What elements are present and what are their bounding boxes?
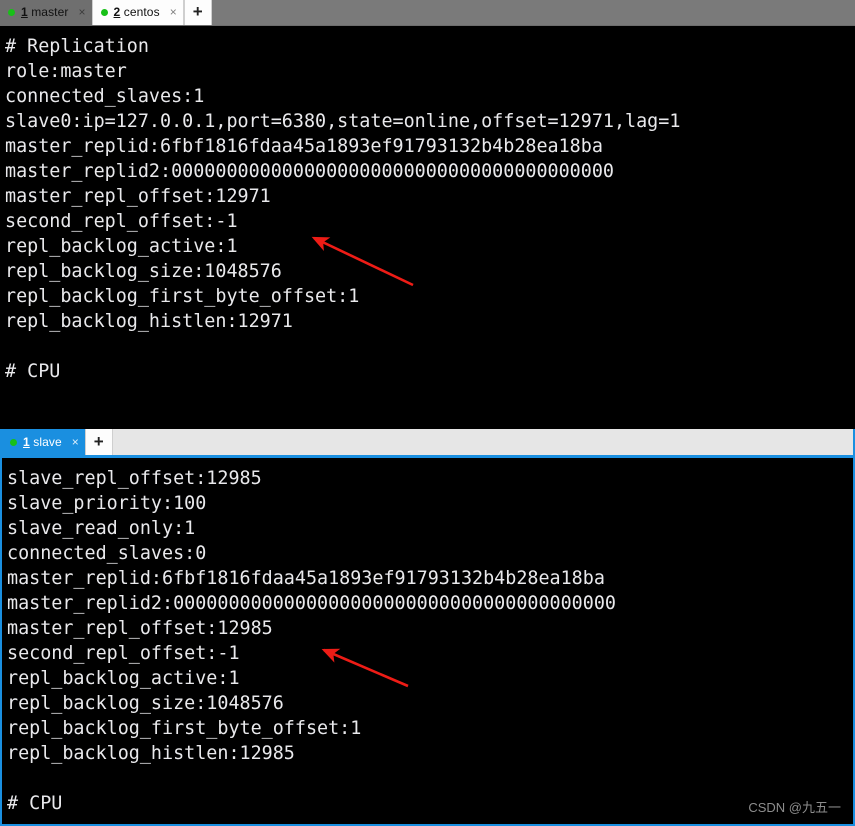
tab-status-dot-icon <box>100 8 108 16</box>
terminal-line: # CPU <box>5 361 61 382</box>
close-icon[interactable]: × <box>79 6 86 18</box>
screen-root: 1 master × 2 centos × + # Replication rol… <box>0 0 855 826</box>
terminal-line: slave0:ip=127.0.0.1,port=6380,state=onli… <box>5 111 681 132</box>
terminal-line: # Replication <box>5 36 149 57</box>
terminal-line: repl_backlog_histlen:12985 <box>7 743 295 764</box>
terminal-line: slave_read_only:1 <box>7 518 196 539</box>
watermark: CSDN @九五一 <box>748 800 841 815</box>
tab-master[interactable]: 1 master × <box>0 0 92 25</box>
terminal-line: repl_backlog_histlen:12971 <box>5 311 293 332</box>
terminal-line: repl_backlog_size:1048576 <box>7 693 284 714</box>
terminal-line: slave_repl_offset:12985 <box>7 468 262 489</box>
close-icon[interactable]: × <box>72 436 79 448</box>
close-icon[interactable]: × <box>170 6 177 18</box>
tab-label: 1 slave <box>23 435 62 449</box>
terminal-window-master: 1 master × 2 centos × + # Replication rol… <box>0 0 855 427</box>
tab-label: 1 master <box>21 5 69 19</box>
terminal-line: repl_backlog_active:1 <box>5 236 238 257</box>
terminal-line: # CPU <box>7 793 63 814</box>
tab-title: centos <box>120 5 160 19</box>
terminal-line: second_repl_offset:-1 <box>7 643 240 664</box>
terminal-output-slave[interactable]: slave_repl_offset:12985 slave_priority:10… <box>2 458 853 822</box>
terminal-line: master_repl_offset:12985 <box>7 618 273 639</box>
tab-index: 1 <box>23 435 30 449</box>
terminal-line: master_replid:6fbf1816fdaa45a1893ef91793… <box>7 568 605 589</box>
tab-centos[interactable]: 2 centos × <box>91 0 184 25</box>
tab-title: master <box>27 5 69 19</box>
terminal-line: repl_backlog_active:1 <box>7 668 240 689</box>
terminal-line: master_replid2:0000000000000000000000000… <box>7 593 616 614</box>
terminal-line: master_repl_offset:12971 <box>5 186 271 207</box>
new-tab-button[interactable]: + <box>84 429 113 455</box>
terminal-line: master_replid2:0000000000000000000000000… <box>5 161 614 182</box>
tab-status-dot-icon <box>10 438 17 446</box>
terminal-line: second_repl_offset:-1 <box>5 211 238 232</box>
new-tab-button[interactable]: + <box>183 0 212 25</box>
terminal-output-master[interactable]: # Replication role:master connected_slaves… <box>0 26 855 427</box>
tabbar-master: 1 master × 2 centos × + <box>0 0 855 26</box>
tab-status-dot-icon <box>8 8 15 16</box>
terminal-line: connected_slaves:1 <box>5 86 205 107</box>
tab-title: slave <box>29 435 62 449</box>
terminal-line: role:master <box>5 61 127 82</box>
terminal-line: slave_priority:100 <box>7 493 207 514</box>
tab-slave[interactable]: 1 slave × <box>2 429 85 455</box>
tabbar-slave: 1 slave × + <box>2 429 853 458</box>
terminal-line: master_replid:6fbf1816fdaa45a1893ef91793… <box>5 136 603 157</box>
tab-label: 2 centos <box>114 5 160 19</box>
tab-index: 1 <box>21 5 28 19</box>
terminal-window-slave: 1 slave × + slave_repl_offset:12985 slave… <box>0 429 855 826</box>
terminal-line: connected_slaves:0 <box>7 543 207 564</box>
terminal-line: repl_backlog_first_byte_offset:1 <box>7 718 362 739</box>
terminal-line: repl_backlog_size:1048576 <box>5 261 282 282</box>
terminal-line: repl_backlog_first_byte_offset:1 <box>5 286 360 307</box>
